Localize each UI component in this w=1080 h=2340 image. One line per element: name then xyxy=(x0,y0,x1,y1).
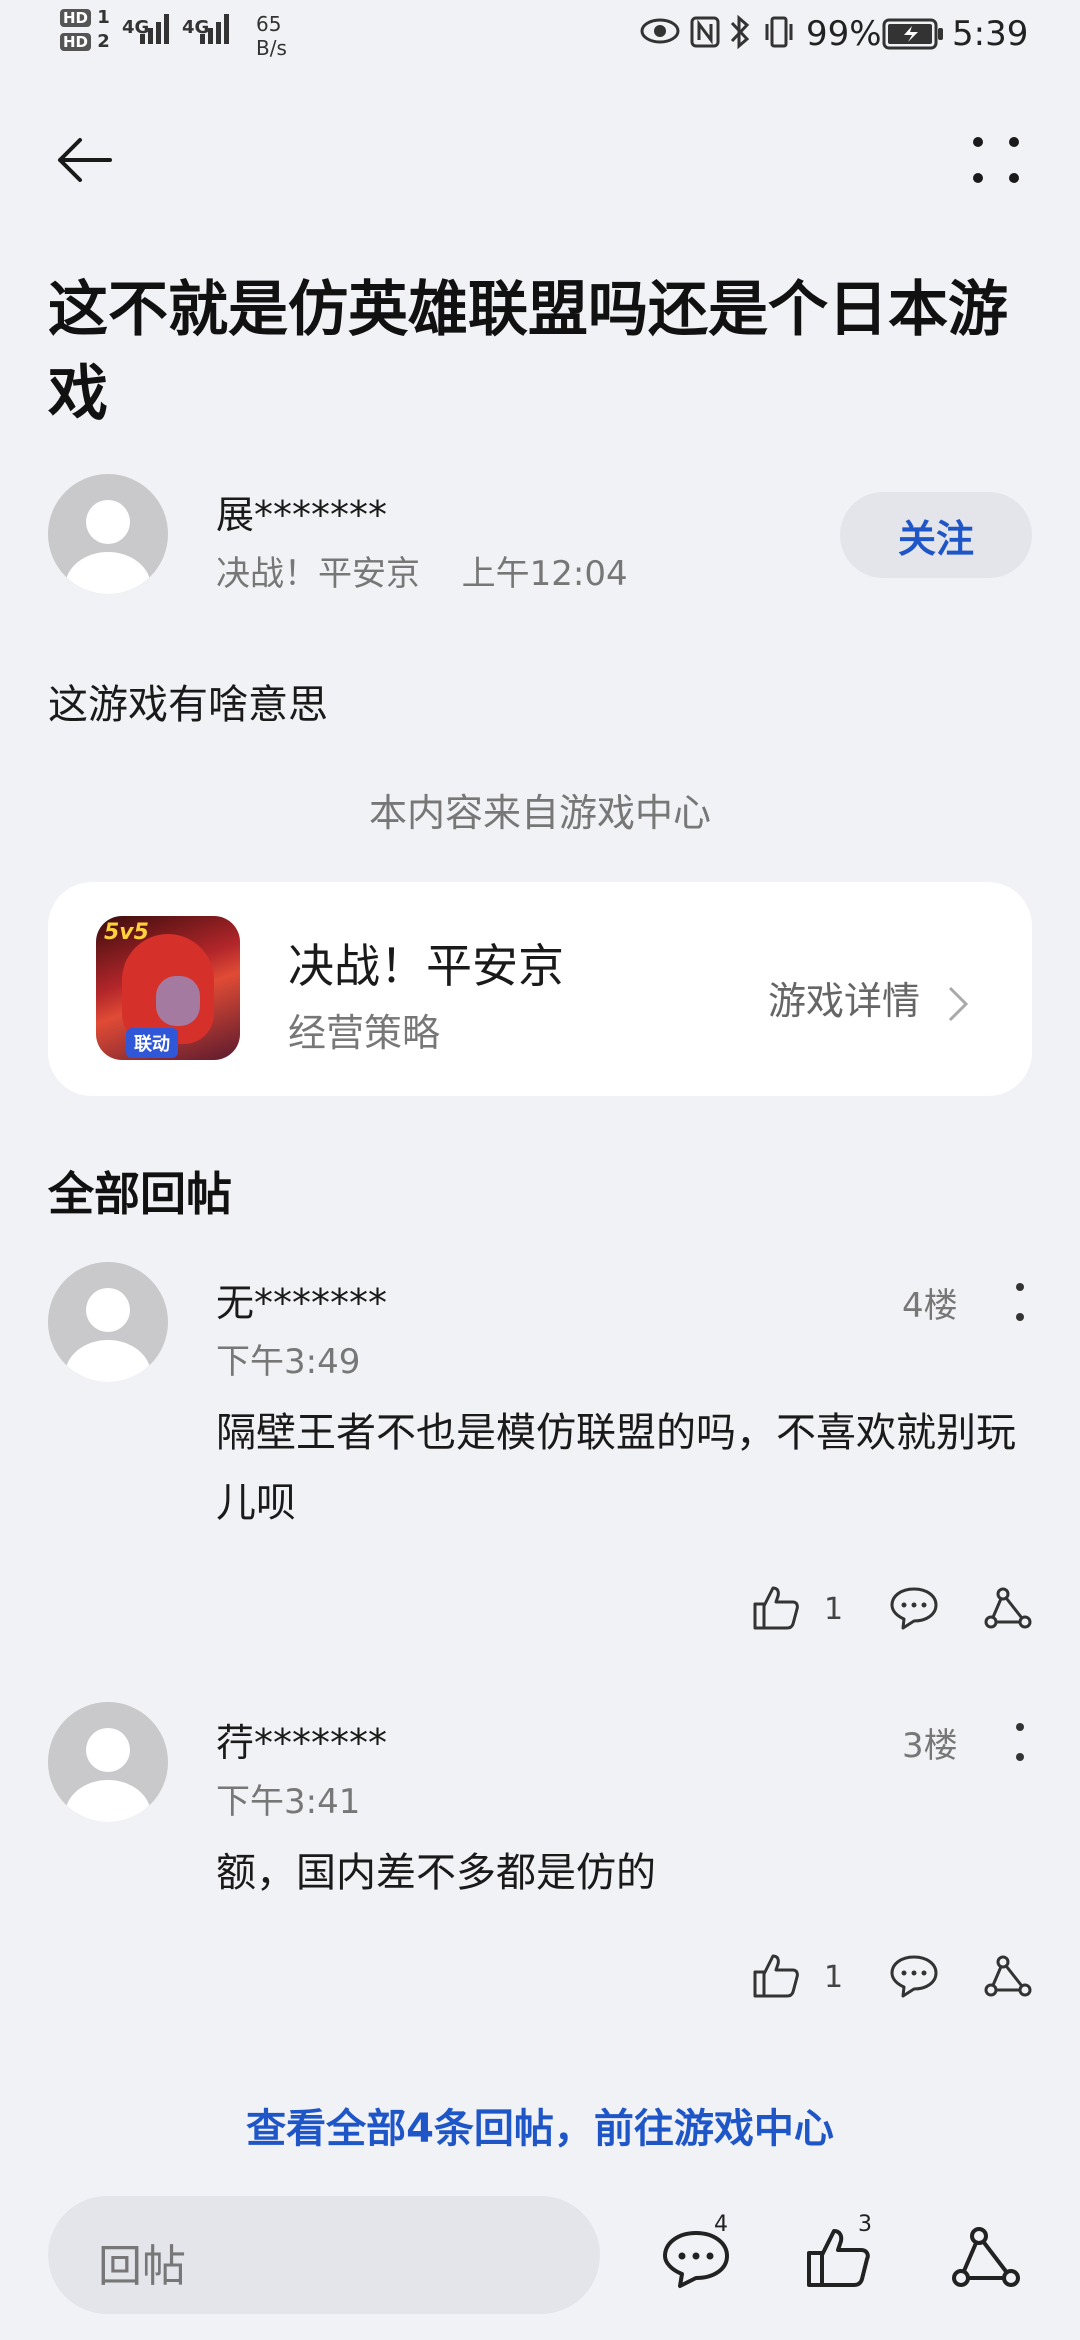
signal-icon-2 xyxy=(200,14,232,52)
reply-time: 下午3:49 xyxy=(216,1342,361,1382)
post-title: 这不就是仿英雄联盟吗还是个日本游戏 xyxy=(48,275,1008,429)
eye-icon xyxy=(640,16,680,50)
source-note: 本内容来自游戏中心 xyxy=(368,791,711,835)
back-button[interactable] xyxy=(36,120,132,200)
vibrate-icon xyxy=(762,14,796,54)
reply-like-button[interactable] xyxy=(746,1578,806,1638)
reply-text: 额，国内差不多都是仿的 xyxy=(216,1850,656,1896)
hd-badge-1: HD xyxy=(60,9,92,27)
thumbs-up-icon xyxy=(753,1954,799,1998)
signal-icon-1 xyxy=(140,14,172,52)
clock: 5:39 xyxy=(952,14,1029,54)
vertical-dots-icon xyxy=(1016,1723,1024,1761)
icon-5v5-logo: 5v5 xyxy=(104,920,149,945)
speed-unit: B/s xyxy=(256,36,287,60)
replies-section-title: 全部回帖 xyxy=(48,1167,232,1221)
game-detail-label: 游戏详情 xyxy=(768,979,921,1023)
reply-input-placeholder: 回帖 xyxy=(98,2241,186,2292)
author-avatar[interactable] xyxy=(48,474,168,594)
more-options-button[interactable] xyxy=(956,120,1036,200)
reply-time: 下午3:41 xyxy=(216,1782,361,1822)
icon-face xyxy=(156,976,200,1026)
avatar-body xyxy=(65,1780,151,1822)
post-time: 上午12:04 xyxy=(461,554,628,594)
chevron-right-icon xyxy=(949,986,969,1021)
reply-input[interactable]: 回帖 xyxy=(48,2196,600,2314)
reply-more-button[interactable] xyxy=(996,1270,1044,1334)
game-detail-link[interactable]: 游戏详情 xyxy=(768,970,970,1025)
network-speed: 65 B/s xyxy=(256,12,287,60)
battery-icon xyxy=(882,18,944,54)
game-app-icon: 5v5 联动 xyxy=(96,916,240,1060)
like-count-badge: 3 xyxy=(858,2212,872,2237)
vertical-dots-icon xyxy=(1016,1283,1024,1321)
status-bar: HD 1 HD 2 4G 4G 65 B/s 99% 5:39 xyxy=(0,0,1080,70)
reply-like-count: 1 xyxy=(824,1960,844,1995)
reply-author[interactable]: 荇******* xyxy=(216,1712,387,1767)
reply-author[interactable]: 无******* xyxy=(216,1272,387,1327)
game-name: 决战！平安京 xyxy=(288,939,564,993)
author-name[interactable]: 展******* xyxy=(216,484,387,539)
bottom-share-button[interactable] xyxy=(946,2218,1026,2298)
reply-share-button[interactable] xyxy=(978,1946,1038,2006)
sim1-label: 1 xyxy=(97,7,110,28)
reply-item: 荇******* 下午3:41 3楼 额，国内差不多都是仿的 1 xyxy=(0,1702,1080,2042)
avatar-head xyxy=(86,1288,130,1332)
reply-item: 无******* 下午3:49 4楼 隔壁王者不也是模仿联盟的吗，不喜欢就别玩儿… xyxy=(0,1262,1080,1662)
game-card[interactable]: 5v5 联动 决战！平安京 经营策略 游戏详情 xyxy=(48,882,1032,1096)
bluetooth-icon xyxy=(728,14,752,54)
nfc-icon xyxy=(690,16,720,52)
avatar-head xyxy=(86,1728,130,1772)
icon-collab-badge: 联动 xyxy=(126,1028,178,1058)
reply-comment-button[interactable] xyxy=(884,1578,944,1638)
post-body: 这游戏有啥意思 xyxy=(48,682,328,728)
speed-value: 65 xyxy=(256,12,282,36)
reply-comment-button[interactable] xyxy=(884,1946,944,2006)
comment-icon xyxy=(890,1955,938,1998)
back-arrow-icon xyxy=(58,138,112,182)
post-game-name[interactable]: 决战！平安京 xyxy=(216,554,420,594)
share-icon xyxy=(984,1955,1032,1997)
share-icon xyxy=(952,2227,1020,2287)
hd-badge-2: HD xyxy=(60,33,92,51)
reply-text: 隔壁王者不也是模仿联盟的吗，不喜欢就别玩儿呗 xyxy=(216,1410,1016,1526)
post-meta: 决战！平安京 上午12:04 xyxy=(216,546,628,595)
thumbs-up-icon xyxy=(753,1586,799,1630)
view-all-replies-link[interactable]: 查看全部4条回帖，前往游戏中心 xyxy=(0,2096,1080,2154)
sim2-label: 2 xyxy=(97,31,110,52)
reply-like-button[interactable] xyxy=(746,1946,806,2006)
reply-avatar[interactable] xyxy=(48,1262,168,1382)
share-icon xyxy=(984,1587,1032,1629)
comment-count-badge: 4 xyxy=(714,2212,728,2237)
reply-floor: 3楼 xyxy=(902,1726,958,1766)
reply-avatar[interactable] xyxy=(48,1702,168,1822)
avatar-body xyxy=(65,1340,151,1382)
battery-percent: 99% xyxy=(806,14,882,54)
game-genre: 经营策略 xyxy=(288,1011,441,1055)
reply-share-button[interactable] xyxy=(978,1578,1038,1638)
reply-floor: 4楼 xyxy=(902,1286,958,1326)
follow-button[interactable]: 关注 xyxy=(840,492,1032,578)
more-dots-icon xyxy=(973,137,1019,183)
avatar-head xyxy=(86,500,130,544)
sim-indicators: HD 1 HD 2 xyxy=(60,8,110,52)
reply-more-button[interactable] xyxy=(996,1710,1044,1774)
comment-icon xyxy=(890,1587,938,1630)
avatar-body xyxy=(65,552,151,594)
reply-like-count: 1 xyxy=(824,1592,844,1627)
